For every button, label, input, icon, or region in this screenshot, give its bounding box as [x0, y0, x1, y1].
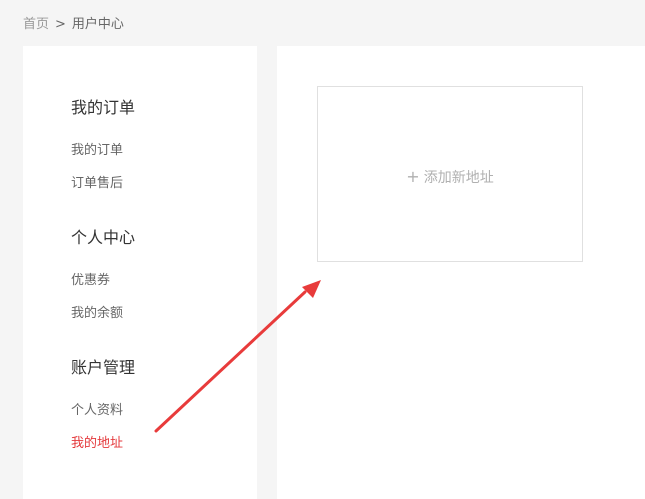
sidebar-item-after-sales[interactable]: 订单售后	[71, 175, 123, 193]
sidebar: 我的订单 我的订单 订单售后 个人中心 优惠券 我的余额 账户管理 个人资料 我…	[23, 46, 257, 499]
sidebar-item-profile[interactable]: 个人资料	[71, 402, 123, 420]
breadcrumb-separator: >	[55, 17, 66, 32]
sidebar-item-my-address[interactable]: 我的地址	[71, 435, 123, 453]
sidebar-item-my-orders[interactable]: 我的订单	[71, 142, 123, 160]
breadcrumb-current: 用户中心	[71, 17, 124, 32]
breadcrumb-home-link[interactable]: 首页	[23, 17, 49, 32]
sidebar-item-coupons[interactable]: 优惠券	[71, 272, 110, 290]
add-address-card[interactable]: + 添加新地址	[317, 86, 583, 262]
sidebar-section-title-personal: 个人中心	[71, 228, 136, 247]
sidebar-item-balance[interactable]: 我的余额	[71, 305, 123, 323]
add-address-label: 添加新地址	[423, 170, 494, 186]
sidebar-section-title-account: 账户管理	[71, 358, 136, 377]
plus-icon: +	[406, 167, 420, 186]
add-address-content: + 添加新地址	[318, 167, 582, 188]
main-content: + 添加新地址	[277, 46, 645, 499]
sidebar-section-title-orders: 我的订单	[71, 98, 136, 117]
breadcrumb: 首页 > 用户中心	[23, 15, 124, 35]
